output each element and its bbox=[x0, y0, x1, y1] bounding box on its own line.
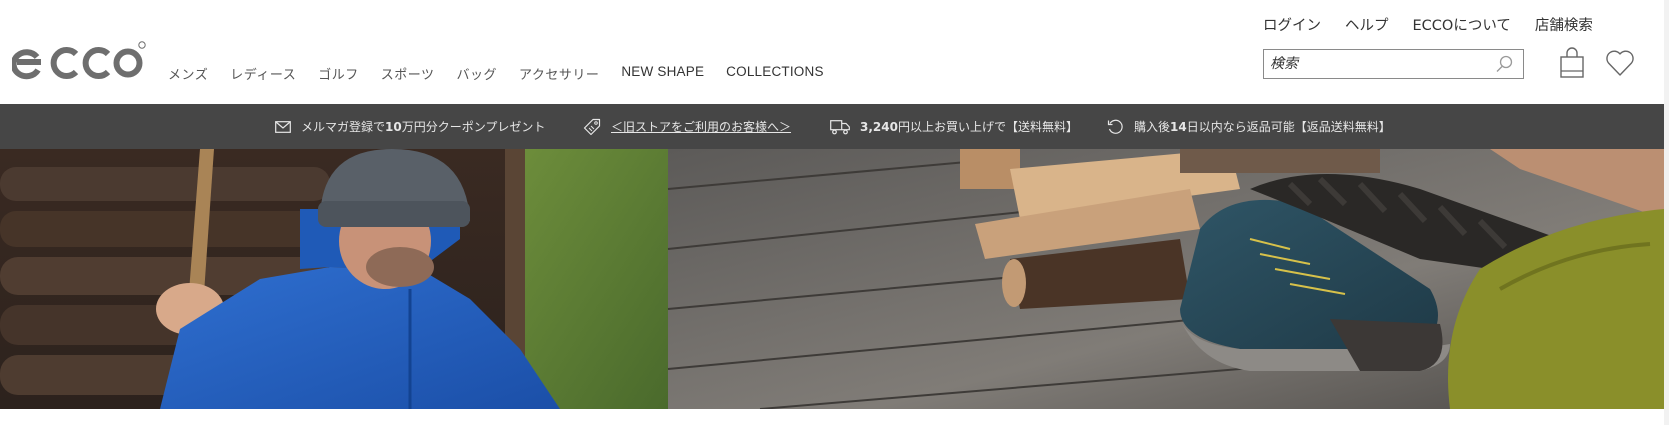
search-icon[interactable] bbox=[1495, 54, 1515, 74]
envelope-icon bbox=[275, 120, 291, 133]
scrollbar[interactable] bbox=[1664, 0, 1669, 425]
promo-text: 万円分クーポンプレゼント bbox=[401, 120, 546, 134]
promo-amount: 10 bbox=[385, 119, 402, 134]
shopping-bag-icon[interactable] bbox=[1559, 47, 1585, 79]
truck-icon bbox=[830, 119, 850, 134]
promo-free-shipping[interactable]: 3,240 円以上お買い上げで【送料無料】 bbox=[830, 104, 1078, 149]
tag-icon bbox=[583, 118, 601, 135]
nav-item-golf[interactable]: ゴルフ bbox=[318, 64, 359, 83]
nav-item-ladies[interactable]: レディース bbox=[230, 64, 296, 83]
nav-item-new-shape[interactable]: NEW SHAPE bbox=[621, 64, 704, 83]
content-spacer bbox=[0, 409, 1669, 425]
nav-item-accessories[interactable]: アクセサリー bbox=[519, 64, 599, 83]
store-locator-link[interactable]: 店舗検索 bbox=[1535, 14, 1593, 35]
promo-text: 円以上お買い上げで【送料無料】 bbox=[897, 120, 1078, 134]
heart-icon[interactable] bbox=[1605, 49, 1635, 77]
hero-right-photo bbox=[667, 149, 1664, 409]
promo-old-store: ＜旧ストアをご利用のお客様へ＞ bbox=[583, 104, 791, 149]
search-box bbox=[1263, 49, 1524, 79]
nav-item-sports[interactable]: スポーツ bbox=[381, 64, 435, 83]
ecco-logo[interactable] bbox=[12, 40, 146, 84]
about-ecco-link[interactable]: ECCOについて bbox=[1413, 14, 1511, 35]
login-link[interactable]: ログイン bbox=[1263, 14, 1321, 35]
old-store-link[interactable]: ＜旧ストアをご利用のお客様へ＞ bbox=[611, 118, 791, 135]
promo-text: 日以内なら返品可能【返品送料無料】 bbox=[1186, 120, 1391, 134]
main-navigation: メンズ レディース ゴルフ スポーツ バッグ アクセサリー NEW SHAPE … bbox=[168, 64, 846, 83]
hero-left-photo bbox=[0, 149, 668, 409]
nav-item-collections[interactable]: COLLECTIONS bbox=[726, 64, 823, 83]
hero-banner[interactable] bbox=[0, 149, 1664, 409]
help-link[interactable]: ヘルプ bbox=[1345, 14, 1389, 35]
promo-newsletter[interactable]: メルマガ登録で 10 万円分クーポンプレゼント bbox=[275, 104, 545, 149]
utility-navigation: ログイン ヘルプ ECCOについて 店舗検索 bbox=[1263, 14, 1593, 35]
promo-text: 購入後 bbox=[1134, 120, 1171, 134]
nav-item-mens[interactable]: メンズ bbox=[168, 64, 208, 83]
promo-amount: 14 bbox=[1170, 119, 1187, 134]
promo-text: メルマガ登録で bbox=[301, 120, 386, 134]
return-icon bbox=[1107, 119, 1123, 134]
site-header: メンズ レディース ゴルフ スポーツ バッグ アクセサリー NEW SHAPE … bbox=[0, 0, 1669, 104]
promo-bar: メルマガ登録で 10 万円分クーポンプレゼント ＜旧ストアをご利用のお客様へ＞ 3,… bbox=[0, 104, 1664, 149]
nav-item-bags[interactable]: バッグ bbox=[456, 64, 497, 83]
promo-amount: 3,240 bbox=[860, 119, 898, 134]
promo-returns[interactable]: 購入後 14 日以内なら返品可能【返品送料無料】 bbox=[1107, 104, 1391, 149]
search-input[interactable] bbox=[1270, 54, 1490, 74]
